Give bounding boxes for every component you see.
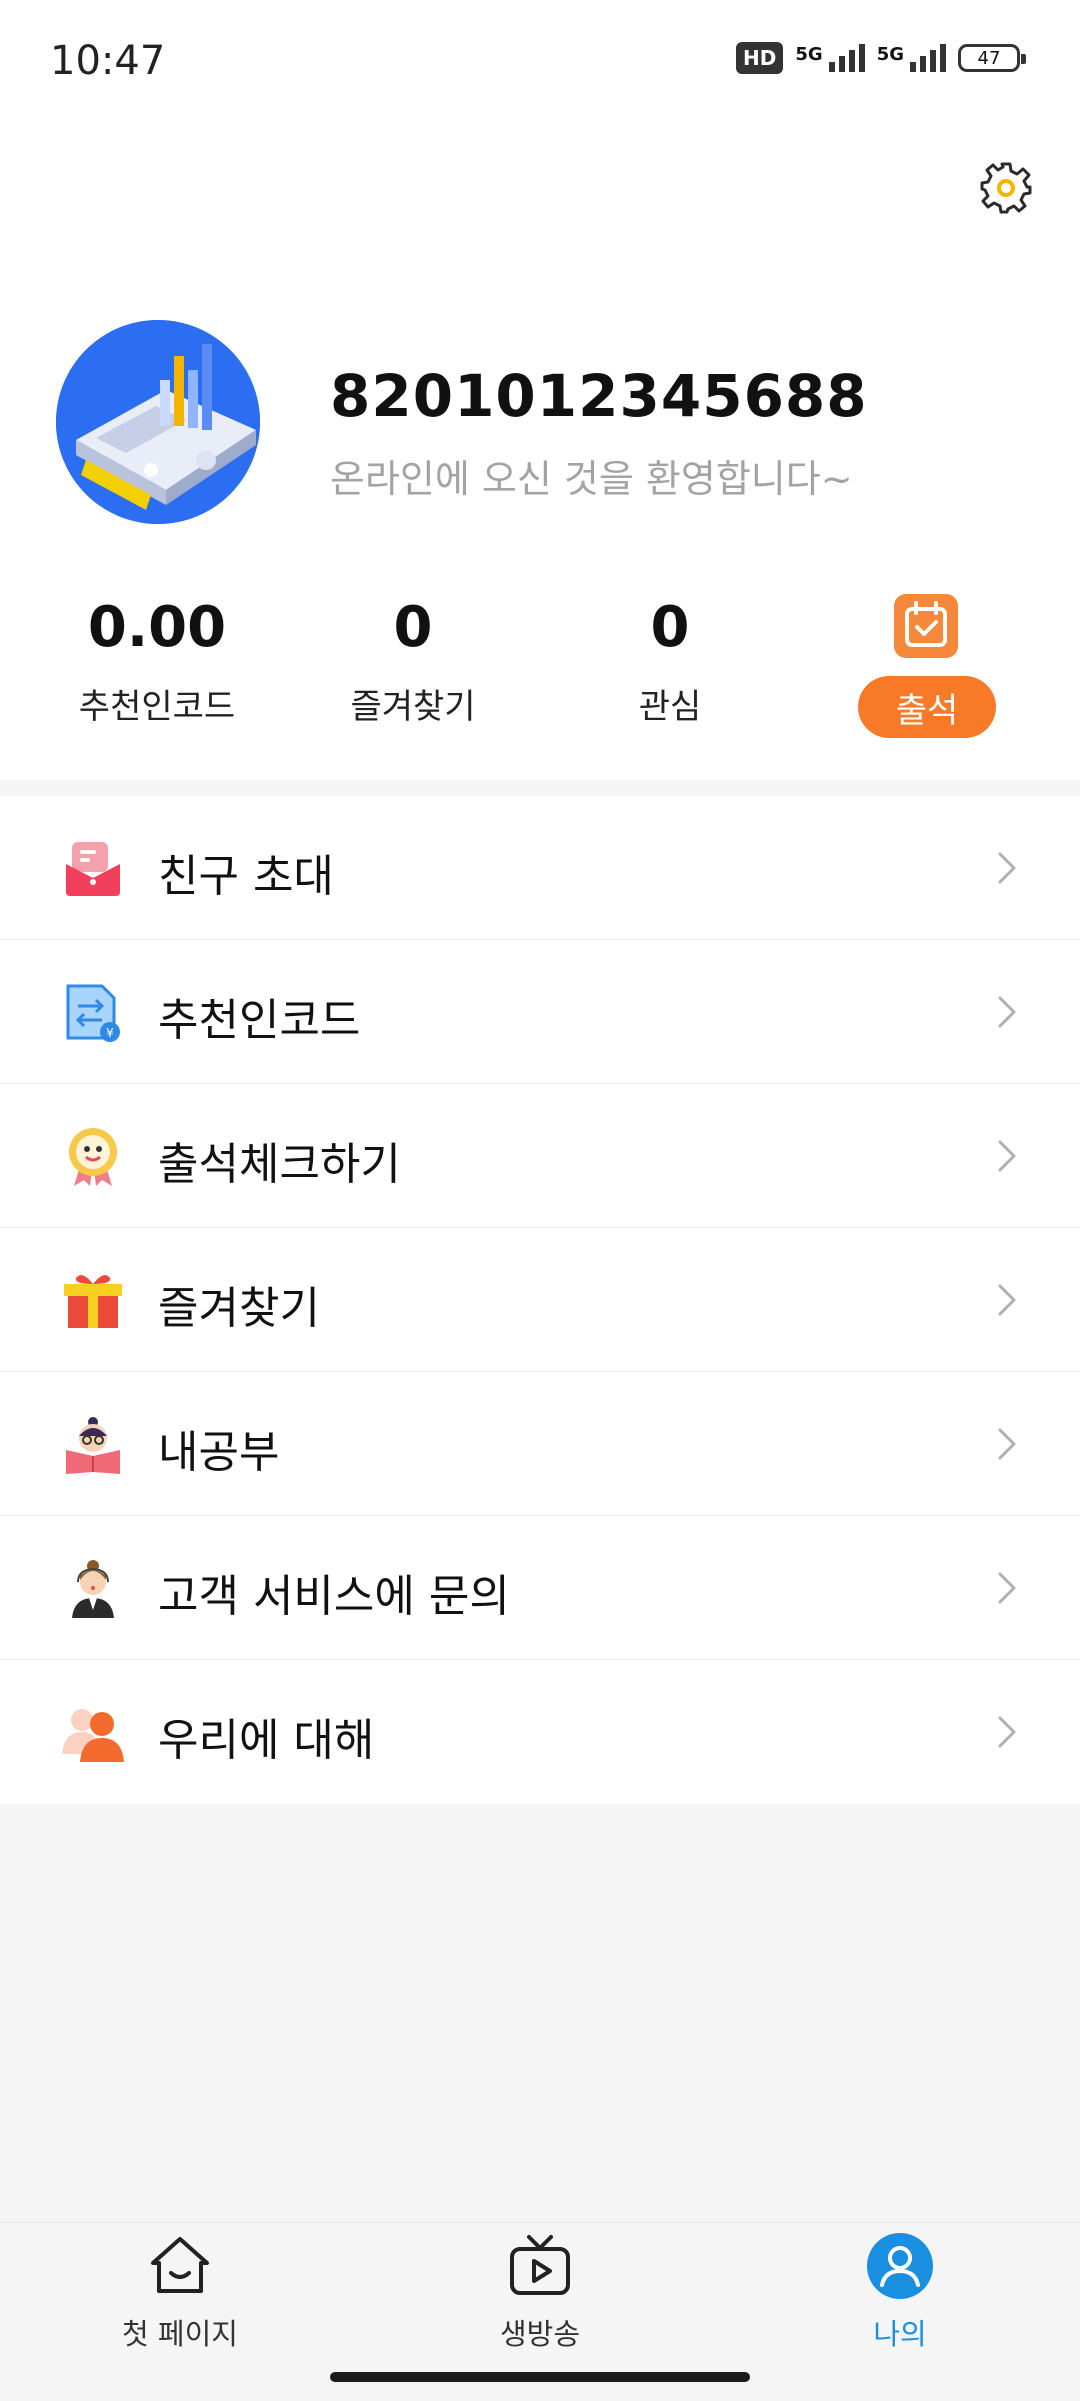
signal-icon: 5G <box>877 44 946 72</box>
menu-item-my-study[interactable]: 내공부 <box>0 1372 1080 1516</box>
stat-label: 즐겨찾기 <box>350 687 476 727</box>
home-indicator <box>330 2372 750 2382</box>
chevron-right-icon <box>998 1284 1016 1316</box>
svg-text:¥: ¥ <box>106 1026 114 1040</box>
chevron-right-icon <box>998 1140 1016 1172</box>
document-exchange-icon: ¥ <box>66 984 120 1042</box>
stat-following[interactable]: 0 관심 <box>540 595 800 728</box>
calendar-check-icon[interactable] <box>894 594 958 658</box>
home-icon <box>151 2237 209 2293</box>
users-icon <box>62 1709 124 1762</box>
chevron-right-icon <box>998 1572 1016 1604</box>
welcome-text: 온라인에 오신 것을 환영합니다~ <box>330 457 853 501</box>
menu-item-label: 고객 서비스에 문의 <box>158 1571 510 1622</box>
menu-item-about-us[interactable]: 우리에 대해 <box>0 1660 1080 1804</box>
status-time: 10:47 <box>50 38 166 84</box>
chevron-right-icon <box>998 1716 1016 1748</box>
settings-gear-icon[interactable] <box>978 160 1034 216</box>
stat-label: 추천인코드 <box>78 687 236 727</box>
reading-person-icon <box>66 1417 120 1474</box>
battery-icon: 47 <box>958 44 1026 72</box>
nav-label: 첫 페이지 <box>122 2317 238 2351</box>
menu-item-customer-service[interactable]: 고객 서비스에 문의 <box>0 1516 1080 1660</box>
stat-value: 0 <box>650 595 690 660</box>
stat-favorites[interactable]: 0 즐겨찾기 <box>283 595 543 728</box>
menu-item-invite-friends[interactable]: 친구 초대 <box>0 796 1080 940</box>
stat-label: 관심 <box>638 687 702 727</box>
stat-value: 0.00 <box>87 595 227 660</box>
chevron-right-icon <box>998 996 1016 1028</box>
menu-item-attendance-check[interactable]: 출석체크하기 <box>0 1084 1080 1228</box>
menu-item-label: 내공부 <box>158 1427 280 1478</box>
medal-face-icon <box>69 1128 117 1186</box>
menu-item-referral-code[interactable]: ¥ 추천인코드 <box>0 940 1080 1084</box>
menu-item-label: 추천인코드 <box>158 995 361 1046</box>
signal-label: 5G <box>795 44 823 65</box>
tv-play-icon <box>510 2235 570 2295</box>
avatar[interactable] <box>56 320 260 524</box>
checkin-button[interactable]: 출석 <box>858 676 996 738</box>
nav-live[interactable]: 생방송 <box>440 2233 640 2353</box>
menu-list: 친구 초대 ¥ 추천인코드 출석체크하기 즐겨찾기 내공부 고객 서비스에 문의… <box>0 796 1080 1804</box>
menu-item-label: 친구 초대 <box>158 851 334 902</box>
menu-item-favorites[interactable]: 즐겨찾기 <box>0 1228 1080 1372</box>
battery-level: 47 <box>977 47 1001 69</box>
invite-envelope-icon <box>66 842 120 896</box>
nav-home[interactable]: 첫 페이지 <box>80 2233 280 2353</box>
stat-value: 0 <box>393 595 433 660</box>
menu-item-label: 즐겨찾기 <box>158 1283 320 1334</box>
menu-item-label: 출석체크하기 <box>158 1139 401 1190</box>
chevron-right-icon <box>998 1428 1016 1460</box>
avatar-city-illustration <box>56 320 260 524</box>
user-id: 8201012345688 <box>330 362 868 430</box>
gift-box-icon <box>64 1275 122 1328</box>
nav-mine[interactable]: 나의 <box>800 2233 1000 2353</box>
signal-label: 5G <box>876 44 904 65</box>
menu-item-label: 우리에 대해 <box>158 1715 375 1766</box>
status-icons: HD 5G 5G 47 <box>736 42 1026 74</box>
signal-icon: 5G <box>795 44 865 72</box>
chevron-right-icon <box>998 852 1016 884</box>
customer-service-icon <box>72 1560 114 1618</box>
stat-referral-code[interactable]: 0.00 추천인코드 <box>27 595 287 728</box>
nav-label: 나의 <box>873 2317 927 2351</box>
nav-label: 생방송 <box>499 2317 581 2351</box>
user-icon <box>867 2233 933 2299</box>
hd-badge: HD <box>736 42 784 74</box>
